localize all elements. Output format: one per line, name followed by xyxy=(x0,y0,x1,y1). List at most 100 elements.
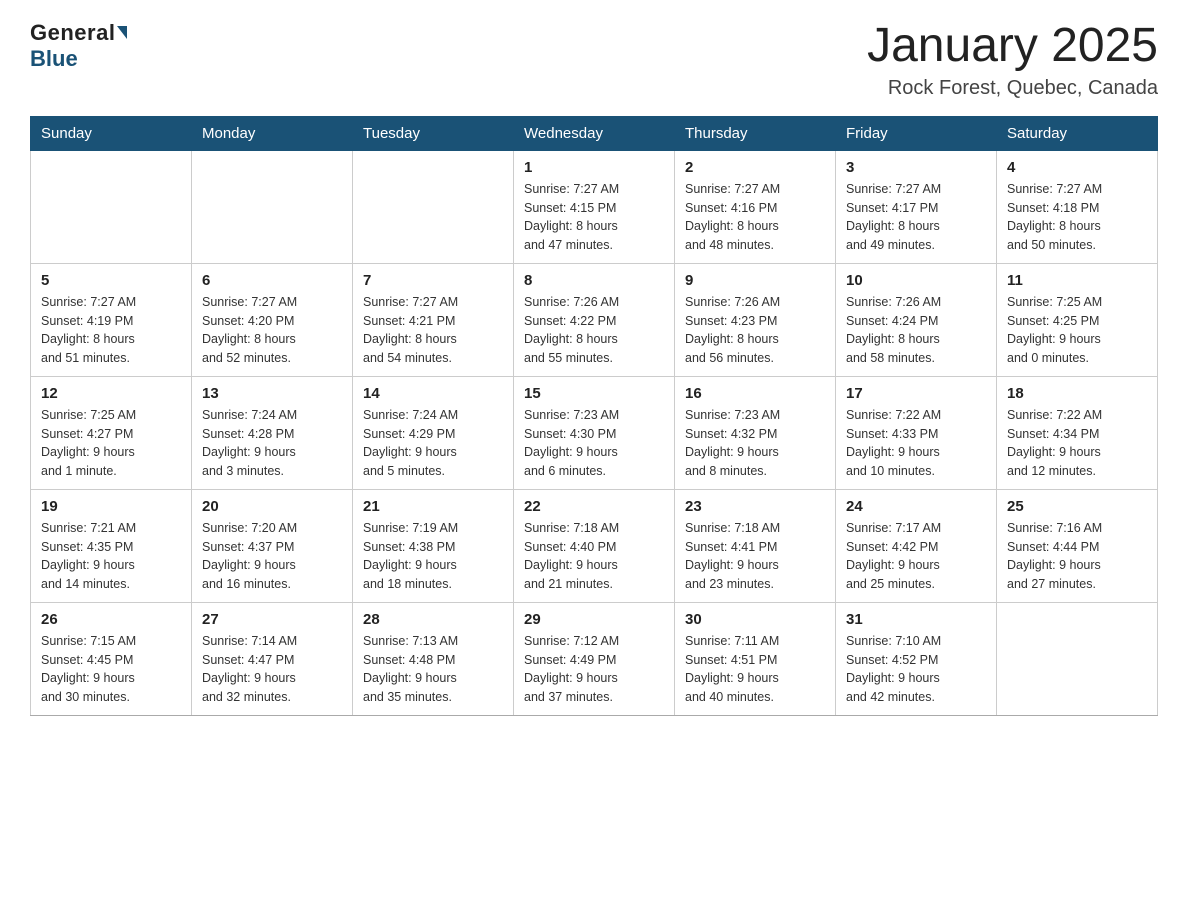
day-number: 5 xyxy=(41,272,181,289)
day-number: 6 xyxy=(202,272,342,289)
calendar-cell: 3 Sunrise: 7:27 AM Sunset: 4:17 PM Daylig… xyxy=(836,150,997,263)
day-info: Sunrise: 7:25 AM Sunset: 4:27 PM Dayligh… xyxy=(41,406,181,481)
day-info: Sunrise: 7:23 AM Sunset: 4:32 PM Dayligh… xyxy=(685,406,825,481)
day-number: 29 xyxy=(524,611,664,628)
day-info: Sunrise: 7:24 AM Sunset: 4:28 PM Dayligh… xyxy=(202,406,342,481)
day-info: Sunrise: 7:27 AM Sunset: 4:20 PM Dayligh… xyxy=(202,293,342,368)
calendar-cell: 9Sunrise: 7:26 AM Sunset: 4:23 PM Daylig… xyxy=(675,263,836,376)
day-number: 21 xyxy=(363,498,503,515)
day-info: Sunrise: 7:13 AM Sunset: 4:48 PM Dayligh… xyxy=(363,632,503,707)
day-number: 16 xyxy=(685,385,825,402)
calendar-subtitle: Rock Forest, Quebec, Canada xyxy=(867,77,1158,100)
day-info: Sunrise: 7:20 AM Sunset: 4:37 PM Dayligh… xyxy=(202,519,342,594)
calendar-cell: 8 Sunrise: 7:26 AM Sunset: 4:22 PM Daylig… xyxy=(514,263,675,376)
day-number: 30 xyxy=(685,611,825,628)
day-info: Sunrise: 7:12 AM Sunset: 4:49 PM Dayligh… xyxy=(524,632,664,707)
day-info: Sunrise: 7:22 AM Sunset: 4:33 PM Dayligh… xyxy=(846,406,986,481)
calendar-cell: 24 Sunrise: 7:17 AM Sunset: 4:42 PM Dayli… xyxy=(836,489,997,602)
calendar-week-row: 1Sunrise: 7:27 AM Sunset: 4:15 PM Daylig… xyxy=(31,150,1158,263)
day-info: Sunrise: 7:27 AM Sunset: 4:19 PM Dayligh… xyxy=(41,293,181,368)
calendar-title: January 2025 xyxy=(867,20,1158,73)
calendar-week-row: 26 Sunrise: 7:15 AM Sunset: 4:45 PM Dayli… xyxy=(31,602,1158,715)
calendar-cell: 23 Sunrise: 7:18 AM Sunset: 4:41 PM Dayli… xyxy=(675,489,836,602)
logo-triangle-icon xyxy=(117,26,127,39)
day-number: 12 xyxy=(41,385,181,402)
calendar-cell: 21 Sunrise: 7:19 AM Sunset: 4:38 PM Dayli… xyxy=(353,489,514,602)
day-number: 17 xyxy=(846,385,986,402)
day-number: 20 xyxy=(202,498,342,515)
column-header-tuesday: Tuesday xyxy=(353,116,514,150)
calendar-table: SundayMondayTuesdayWednesdayThursdayFrid… xyxy=(30,116,1158,716)
day-info: Sunrise: 7:18 AM Sunset: 4:40 PM Dayligh… xyxy=(524,519,664,594)
day-info: Sunrise: 7:27 AM Sunset: 4:16 PM Dayligh… xyxy=(685,180,825,255)
calendar-cell: 15 Sunrise: 7:23 AM Sunset: 4:30 PM Dayli… xyxy=(514,376,675,489)
calendar-week-row: 5 Sunrise: 7:27 AM Sunset: 4:19 PM Daylig… xyxy=(31,263,1158,376)
logo-blue: Blue xyxy=(30,46,78,72)
day-number: 14 xyxy=(363,385,503,402)
logo-general: General xyxy=(30,20,127,46)
day-number: 3 xyxy=(846,159,986,176)
day-number: 28 xyxy=(363,611,503,628)
calendar-cell: 4 Sunrise: 7:27 AM Sunset: 4:18 PM Daylig… xyxy=(997,150,1158,263)
day-info: Sunrise: 7:19 AM Sunset: 4:38 PM Dayligh… xyxy=(363,519,503,594)
calendar-cell xyxy=(997,602,1158,715)
day-number: 7 xyxy=(363,272,503,289)
day-number: 19 xyxy=(41,498,181,515)
day-number: 18 xyxy=(1007,385,1147,402)
day-number: 22 xyxy=(524,498,664,515)
day-info: Sunrise: 7:11 AM Sunset: 4:51 PM Dayligh… xyxy=(685,632,825,707)
calendar-cell: 17 Sunrise: 7:22 AM Sunset: 4:33 PM Dayli… xyxy=(836,376,997,489)
day-number: 23 xyxy=(685,498,825,515)
calendar-cell: 28 Sunrise: 7:13 AM Sunset: 4:48 PM Dayli… xyxy=(353,602,514,715)
calendar-cell: 16 Sunrise: 7:23 AM Sunset: 4:32 PM Dayli… xyxy=(675,376,836,489)
day-info: Sunrise: 7:18 AM Sunset: 4:41 PM Dayligh… xyxy=(685,519,825,594)
calendar-cell: 27 Sunrise: 7:14 AM Sunset: 4:47 PM Dayli… xyxy=(192,602,353,715)
day-info: Sunrise: 7:22 AM Sunset: 4:34 PM Dayligh… xyxy=(1007,406,1147,481)
day-number: 10 xyxy=(846,272,986,289)
calendar-cell: 12 Sunrise: 7:25 AM Sunset: 4:27 PM Dayli… xyxy=(31,376,192,489)
calendar-cell: 2Sunrise: 7:27 AM Sunset: 4:16 PM Daylig… xyxy=(675,150,836,263)
day-info: Sunrise: 7:26 AM Sunset: 4:22 PM Dayligh… xyxy=(524,293,664,368)
column-header-saturday: Saturday xyxy=(997,116,1158,150)
day-info: Sunrise: 7:15 AM Sunset: 4:45 PM Dayligh… xyxy=(41,632,181,707)
day-info: Sunrise: 7:24 AM Sunset: 4:29 PM Dayligh… xyxy=(363,406,503,481)
calendar-cell: 1Sunrise: 7:27 AM Sunset: 4:15 PM Daylig… xyxy=(514,150,675,263)
column-header-monday: Monday xyxy=(192,116,353,150)
day-info: Sunrise: 7:14 AM Sunset: 4:47 PM Dayligh… xyxy=(202,632,342,707)
calendar-cell: 14 Sunrise: 7:24 AM Sunset: 4:29 PM Dayli… xyxy=(353,376,514,489)
day-info: Sunrise: 7:27 AM Sunset: 4:18 PM Dayligh… xyxy=(1007,180,1147,255)
day-number: 25 xyxy=(1007,498,1147,515)
day-number: 11 xyxy=(1007,272,1147,289)
page-header: General Blue January 2025 Rock Forest, Q… xyxy=(30,20,1158,100)
day-info: Sunrise: 7:26 AM Sunset: 4:24 PM Dayligh… xyxy=(846,293,986,368)
calendar-cell: 22 Sunrise: 7:18 AM Sunset: 4:40 PM Dayli… xyxy=(514,489,675,602)
day-number: 24 xyxy=(846,498,986,515)
calendar-cell: 29 Sunrise: 7:12 AM Sunset: 4:49 PM Dayli… xyxy=(514,602,675,715)
day-number: 27 xyxy=(202,611,342,628)
calendar-cell: 11Sunrise: 7:25 AM Sunset: 4:25 PM Dayli… xyxy=(997,263,1158,376)
day-number: 26 xyxy=(41,611,181,628)
day-info: Sunrise: 7:23 AM Sunset: 4:30 PM Dayligh… xyxy=(524,406,664,481)
calendar-cell: 20 Sunrise: 7:20 AM Sunset: 4:37 PM Dayli… xyxy=(192,489,353,602)
day-number: 8 xyxy=(524,272,664,289)
column-header-thursday: Thursday xyxy=(675,116,836,150)
calendar-cell xyxy=(31,150,192,263)
calendar-cell: 30 Sunrise: 7:11 AM Sunset: 4:51 PM Dayli… xyxy=(675,602,836,715)
calendar-cell xyxy=(192,150,353,263)
day-info: Sunrise: 7:16 AM Sunset: 4:44 PM Dayligh… xyxy=(1007,519,1147,594)
day-number: 15 xyxy=(524,385,664,402)
calendar-cell: 5 Sunrise: 7:27 AM Sunset: 4:19 PM Daylig… xyxy=(31,263,192,376)
calendar-cell: 10 Sunrise: 7:26 AM Sunset: 4:24 PM Dayli… xyxy=(836,263,997,376)
calendar-cell: 31Sunrise: 7:10 AM Sunset: 4:52 PM Dayli… xyxy=(836,602,997,715)
day-info: Sunrise: 7:26 AM Sunset: 4:23 PM Dayligh… xyxy=(685,293,825,368)
day-info: Sunrise: 7:27 AM Sunset: 4:17 PM Dayligh… xyxy=(846,180,986,255)
column-header-wednesday: Wednesday xyxy=(514,116,675,150)
calendar-cell: 26 Sunrise: 7:15 AM Sunset: 4:45 PM Dayli… xyxy=(31,602,192,715)
title-area: January 2025 Rock Forest, Quebec, Canada xyxy=(867,20,1158,100)
day-number: 4 xyxy=(1007,159,1147,176)
day-info: Sunrise: 7:10 AM Sunset: 4:52 PM Dayligh… xyxy=(846,632,986,707)
calendar-cell: 19Sunrise: 7:21 AM Sunset: 4:35 PM Dayli… xyxy=(31,489,192,602)
column-header-friday: Friday xyxy=(836,116,997,150)
calendar-header-row: SundayMondayTuesdayWednesdayThursdayFrid… xyxy=(31,116,1158,150)
day-info: Sunrise: 7:17 AM Sunset: 4:42 PM Dayligh… xyxy=(846,519,986,594)
